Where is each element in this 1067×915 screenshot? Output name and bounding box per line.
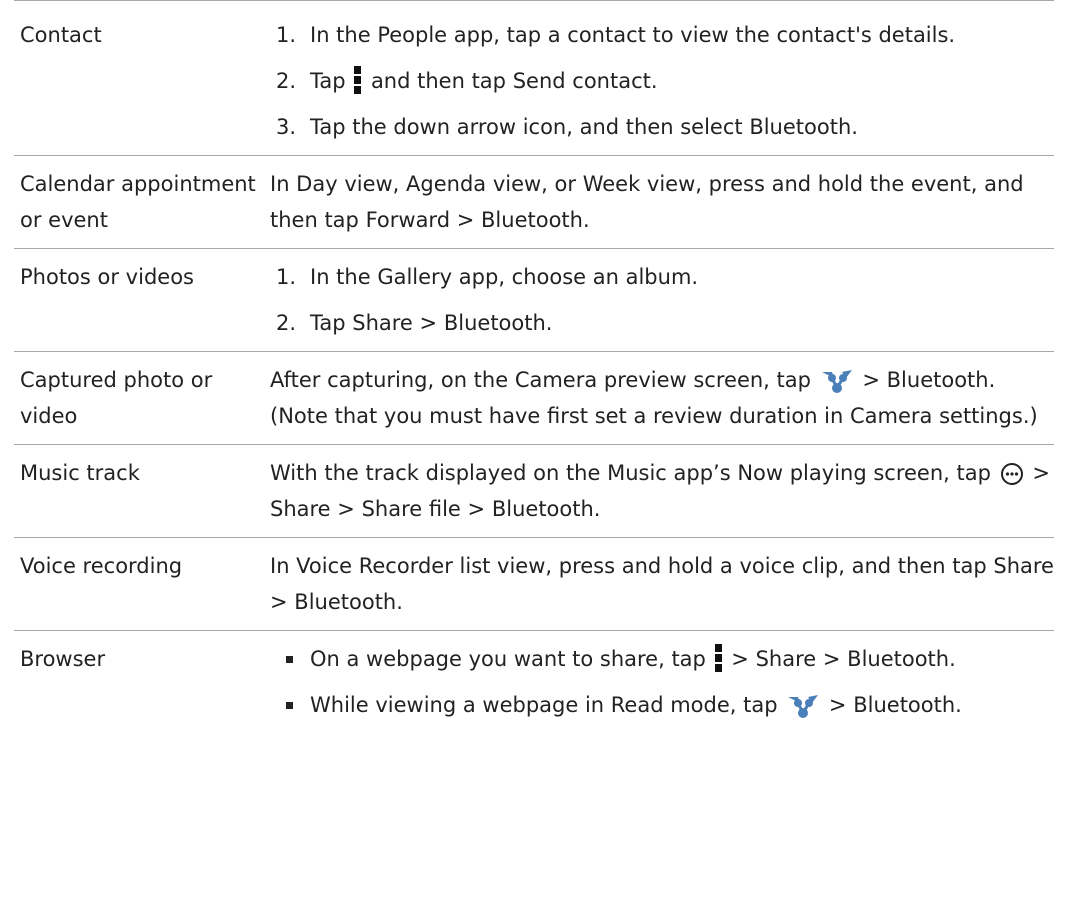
path-separator: > xyxy=(419,311,438,335)
ui-term: Share xyxy=(352,311,413,335)
body-text: After capturing, on the Camera preview s… xyxy=(270,368,811,392)
row-text: In Day view, Agenda view, or Week view, … xyxy=(270,166,1054,238)
row-content: In Voice Recorder list view, press and h… xyxy=(270,538,1054,630)
path-separator: > xyxy=(822,647,841,671)
punct: . xyxy=(851,115,858,139)
row-content: 1. In the People app, tap a contact to vi… xyxy=(270,1,1054,155)
ui-term: Bluetooth xyxy=(491,497,594,521)
step-text: In the People app, tap a contact to view… xyxy=(310,23,956,47)
row-content: On a webpage you want to share, tap > Sh… xyxy=(270,631,1054,733)
share-icon xyxy=(820,368,854,394)
row-label: Music track xyxy=(20,461,140,485)
ui-term: Bluetooth xyxy=(294,590,397,614)
ui-term: Share xyxy=(993,554,1054,578)
step-number: 1. xyxy=(276,265,297,289)
table-row: Voice recording In Voice Recorder list v… xyxy=(14,538,1054,631)
more-icon xyxy=(1000,462,1024,486)
table-row: Photos or videos 1. In the Gallery app, c… xyxy=(14,249,1054,352)
step-item: 1. In the People app, tap a contact to vi… xyxy=(270,17,1054,53)
row-label: Voice recording xyxy=(20,554,183,578)
menu-icon xyxy=(354,66,362,94)
step-item: 1. In the Gallery app, choose an album. xyxy=(270,259,1054,295)
ui-term: Bluetooth xyxy=(443,311,546,335)
bullet-marker xyxy=(286,702,293,709)
bullet-item: On a webpage you want to share, tap > Sh… xyxy=(270,641,1054,677)
row-content: 1. In the Gallery app, choose an album. 2… xyxy=(270,249,1054,351)
punct: . xyxy=(396,590,403,614)
row-label: Browser xyxy=(20,647,106,671)
row-label: Photos or videos xyxy=(20,265,194,289)
ui-term: Bluetooth xyxy=(853,693,956,717)
step-number: 3. xyxy=(276,115,297,139)
row-label: Contact xyxy=(20,23,102,47)
row-text: In Voice Recorder list view, press and h… xyxy=(270,548,1054,620)
path-separator: > xyxy=(467,497,486,521)
step-number: 1. xyxy=(276,23,297,47)
table-row: Calendar appointment or event In Day vie… xyxy=(14,156,1054,249)
ui-term: Bluetooth xyxy=(886,368,989,392)
ui-term: Bluetooth xyxy=(847,647,950,671)
step-list: 1. In the People app, tap a contact to vi… xyxy=(270,17,1054,145)
bullet-list: On a webpage you want to share, tap > Sh… xyxy=(270,641,1054,723)
ui-term: Send contact xyxy=(512,69,651,93)
body-text: While viewing a webpage in Read mode, ta… xyxy=(310,693,778,717)
path-separator: > xyxy=(862,368,880,392)
row-content: With the track displayed on the Music ap… xyxy=(270,445,1054,537)
step-item: 3. Tap the down arrow icon, and then sele… xyxy=(270,109,1054,145)
step-item: 2. Tap and then tap Send contact. xyxy=(270,63,1054,99)
path-separator: > xyxy=(731,647,749,671)
body-text: On a webpage you want to share, tap xyxy=(310,647,706,671)
row-label: Captured photo or video xyxy=(20,368,213,428)
body-text: With the track displayed on the Music ap… xyxy=(270,461,991,485)
ui-term: Forward xyxy=(365,208,451,232)
step-number: 2. xyxy=(276,311,297,335)
share-icon xyxy=(786,693,820,719)
step-text: Tap xyxy=(310,311,346,335)
row-content: After capturing, on the Camera preview s… xyxy=(270,352,1054,444)
path-separator: > xyxy=(456,208,475,232)
body-text: In Voice Recorder list view, press and h… xyxy=(270,554,987,578)
path-separator: > xyxy=(828,693,847,717)
bluetooth-sharing-table: Contact 1. In the People app, tap a conta… xyxy=(14,0,1054,733)
ui-term: Share xyxy=(755,647,817,671)
bullet-marker xyxy=(286,656,293,663)
path-separator: > xyxy=(1032,461,1050,485)
ui-term: Bluetooth xyxy=(749,115,852,139)
table-row: Contact 1. In the People app, tap a conta… xyxy=(14,1,1054,156)
ui-term: Share xyxy=(270,497,331,521)
table-row: Browser On a webpage you want to share, … xyxy=(14,631,1054,733)
punct: . xyxy=(593,497,601,521)
step-text: Tap xyxy=(310,69,346,93)
ui-term: Share file xyxy=(361,497,461,521)
row-text: After capturing, on the Camera preview s… xyxy=(270,362,1054,434)
table-row: Music track With the track displayed on … xyxy=(14,445,1054,538)
row-content: In Day view, Agenda view, or Week view, … xyxy=(270,156,1054,248)
ui-term: Bluetooth xyxy=(481,208,583,232)
step-number: 2. xyxy=(276,69,297,93)
row-label: Calendar appointment or event xyxy=(20,172,256,232)
table-row: Captured photo or video After capturing,… xyxy=(14,352,1054,445)
step-item: 2. Tap Share > Bluetooth. xyxy=(270,305,1054,341)
punct: . xyxy=(545,311,553,335)
punct: . xyxy=(582,208,590,232)
step-text: and then tap xyxy=(370,69,507,93)
step-list: 1. In the Gallery app, choose an album. 2… xyxy=(270,259,1054,341)
path-separator: > xyxy=(270,590,288,614)
menu-icon xyxy=(714,644,723,672)
bullet-item: While viewing a webpage in Read mode, ta… xyxy=(270,687,1054,723)
step-text: In the Gallery app, choose an album. xyxy=(310,265,699,289)
path-separator: > xyxy=(337,497,355,521)
row-text: With the track displayed on the Music ap… xyxy=(270,455,1054,527)
step-text: Tap the down arrow icon, and then select xyxy=(310,115,743,139)
punct: . xyxy=(650,69,658,93)
punct: . xyxy=(949,647,956,671)
punct: . xyxy=(955,693,962,717)
